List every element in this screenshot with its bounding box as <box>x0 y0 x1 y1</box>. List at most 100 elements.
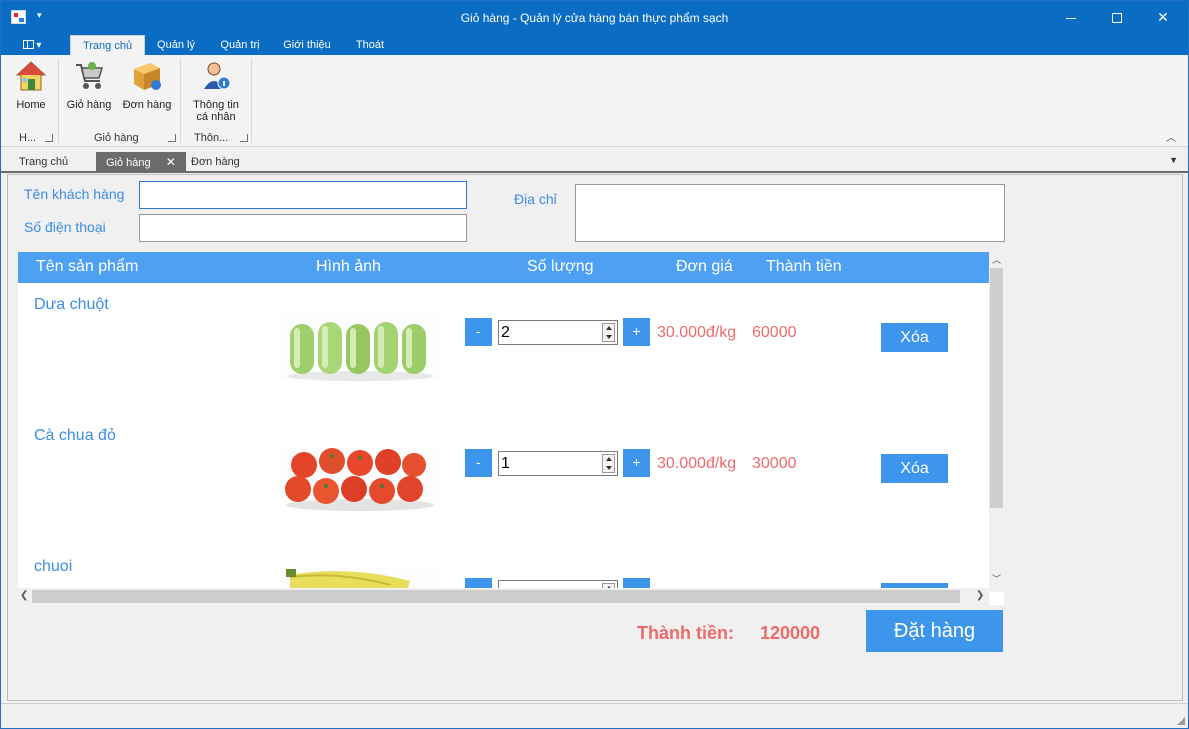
ribbon-panel: Home Giỏ hàng Đơn hàng Thông tin cá nhân… <box>1 55 1188 147</box>
horizontal-scroll-thumb[interactable] <box>32 590 960 603</box>
spinner-arrows-icon[interactable] <box>602 323 615 342</box>
dialog-launcher-icon[interactable] <box>240 134 248 142</box>
table-row: Cà chua đỏ - 1 + 30.000đ/kg 30000 Xóa <box>18 414 989 545</box>
package-icon <box>130 59 164 93</box>
doc-tab-trang-chu[interactable]: Trang chủ <box>9 152 78 173</box>
ribbon-group-cart-label: Giỏ hàng <box>94 132 139 144</box>
ribbon-tab-bar: ▾ Trang chủ Quản lý Quản trị Giới thiệu … <box>1 34 1188 55</box>
application-menu-icon <box>22 40 34 49</box>
quantity-stepper[interactable]: 1 <box>498 451 618 476</box>
home-button-label: Home <box>16 99 46 111</box>
spinner-arrows-icon[interactable] <box>602 454 615 473</box>
scroll-left-icon[interactable]: ❮ <box>20 590 28 601</box>
tab-quan-tri[interactable]: Quản trị <box>211 35 269 55</box>
app-window: ▾ Giỏ hàng - Quản lý cửa hàng bán thực p… <box>0 0 1189 729</box>
phone-input[interactable] <box>139 214 467 242</box>
ribbon-group-home-label: H... <box>19 132 37 144</box>
quantity-stepper[interactable]: 2 <box>498 320 618 345</box>
customer-name-label: Tên khách hàng <box>24 186 125 202</box>
place-order-button[interactable]: Đặt hàng <box>866 610 1003 652</box>
minimize-button[interactable] <box>1048 1 1094 34</box>
tomato-image <box>280 447 440 513</box>
ribbon-group-separator <box>251 59 252 143</box>
table-row: chuoi - + Xóa <box>18 545 989 588</box>
grand-total-value: 120000 <box>760 623 821 643</box>
delete-item-button[interactable]: Xóa <box>881 323 948 352</box>
grid-header: Tên sản phẩm Hình ảnh Số lượng Đơn giá T… <box>18 252 989 283</box>
scroll-down-icon[interactable]: ﹀ <box>989 572 1004 585</box>
column-header-unit-price: Đơn giá <box>676 258 733 275</box>
unit-price: 30.000đ/kg <box>657 324 737 341</box>
quantity-stepper[interactable] <box>498 580 618 588</box>
decrease-quantity-button[interactable]: - <box>465 449 492 477</box>
increase-quantity-button[interactable]: + <box>623 578 650 588</box>
window-title: Giỏ hàng - Quản lý cửa hàng bán thực phẩ… <box>460 11 729 25</box>
cart-button[interactable]: Giỏ hàng <box>64 59 114 111</box>
scroll-right-icon[interactable]: ❯ <box>976 590 984 601</box>
close-tab-icon[interactable]: ✕ <box>166 152 176 173</box>
home-icon <box>14 59 48 93</box>
collapse-ribbon-icon[interactable]: ︿ <box>1166 129 1176 144</box>
ribbon-group-info-label: Thôn... <box>194 132 229 144</box>
shopping-cart-icon <box>72 59 106 93</box>
tab-list-dropdown-icon[interactable]: ▼ <box>1169 155 1178 165</box>
doc-tab-don-hang[interactable]: Đơn hàng <box>181 152 250 173</box>
quantity-value: 2 <box>501 324 510 341</box>
maximize-icon <box>1112 13 1122 24</box>
scroll-up-icon[interactable]: ︿ <box>989 253 1004 266</box>
increase-quantity-button[interactable]: + <box>623 449 650 477</box>
cucumber-image <box>280 316 440 382</box>
vertical-scroll-thumb[interactable] <box>990 268 1003 508</box>
line-total: 30000 <box>752 455 797 472</box>
decrease-quantity-button[interactable]: - <box>465 318 492 346</box>
phone-label: Số điện thoại <box>24 219 106 235</box>
column-header-product-name: Tên sản phẩm <box>36 258 139 275</box>
line-total: 60000 <box>752 324 797 341</box>
maximize-button[interactable] <box>1094 1 1140 34</box>
column-header-image: Hình ảnh <box>316 258 381 275</box>
doc-tab-gio-hang-label: Giỏ hàng <box>106 157 151 169</box>
application-menu-arrow: ▾ <box>36 40 42 51</box>
address-input[interactable] <box>575 184 1005 242</box>
tab-quan-ly[interactable]: Quản lý <box>148 35 204 55</box>
close-button[interactable]: ✕ <box>1140 1 1186 34</box>
cart-grid: Tên sản phẩm Hình ảnh Số lượng Đơn giá T… <box>18 252 1004 605</box>
user-info-icon <box>199 59 233 93</box>
delete-item-button[interactable]: Xóa <box>881 454 948 483</box>
home-button[interactable]: Home <box>9 59 53 111</box>
column-header-quantity: Số lượng <box>527 258 594 275</box>
dialog-launcher-icon[interactable] <box>45 134 53 142</box>
quantity-value: 1 <box>501 455 510 472</box>
unit-price: 30.000đ/kg <box>657 455 737 472</box>
customer-name-input[interactable] <box>139 181 467 209</box>
decrease-quantity-button[interactable]: - <box>465 578 492 588</box>
orders-button[interactable]: Đơn hàng <box>119 59 175 111</box>
document-tab-bar: Trang chủ Giỏ hàng ✕ Đơn hàng ▼ <box>1 151 1188 173</box>
profile-button[interactable]: Thông tin cá nhân <box>186 59 246 123</box>
status-bar <box>1 703 1188 728</box>
dialog-launcher-icon[interactable] <box>168 134 176 142</box>
resize-grip-icon[interactable] <box>1177 717 1185 725</box>
column-header-total: Thành tiền <box>766 258 842 275</box>
application-menu-button[interactable]: ▾ <box>13 36 51 55</box>
ribbon-group-separator <box>58 59 59 143</box>
title-bar: ▾ Giỏ hàng - Quản lý cửa hàng bán thực p… <box>1 1 1188 34</box>
product-name: Cà chua đỏ <box>34 427 116 444</box>
product-name: chuoi <box>34 558 73 575</box>
doc-tab-gio-hang[interactable]: Giỏ hàng ✕ <box>96 152 186 173</box>
cart-content-panel: Tên khách hàng Số điện thoại Địa chỉ Tên… <box>7 174 1183 701</box>
orders-button-label: Đơn hàng <box>122 99 172 111</box>
profile-button-label-line2: cá nhân <box>196 111 236 123</box>
address-label: Địa chỉ <box>514 191 557 207</box>
increase-quantity-button[interactable]: + <box>623 318 650 346</box>
tab-gioi-thieu[interactable]: Giới thiệu <box>276 35 338 55</box>
tab-trang-chu[interactable]: Trang chủ <box>70 35 145 55</box>
profile-button-label-line1: Thông tin <box>193 99 239 111</box>
tab-thoat[interactable]: Thoát <box>346 35 394 55</box>
product-name: Dưa chuột <box>34 296 109 313</box>
minimize-icon <box>1066 17 1076 19</box>
cart-button-label: Giỏ hàng <box>66 99 112 111</box>
vertical-scrollbar[interactable]: ︿ ﹀ <box>989 252 1004 592</box>
horizontal-scrollbar[interactable]: ❮ ❯ <box>18 588 989 605</box>
banana-image <box>280 567 440 588</box>
